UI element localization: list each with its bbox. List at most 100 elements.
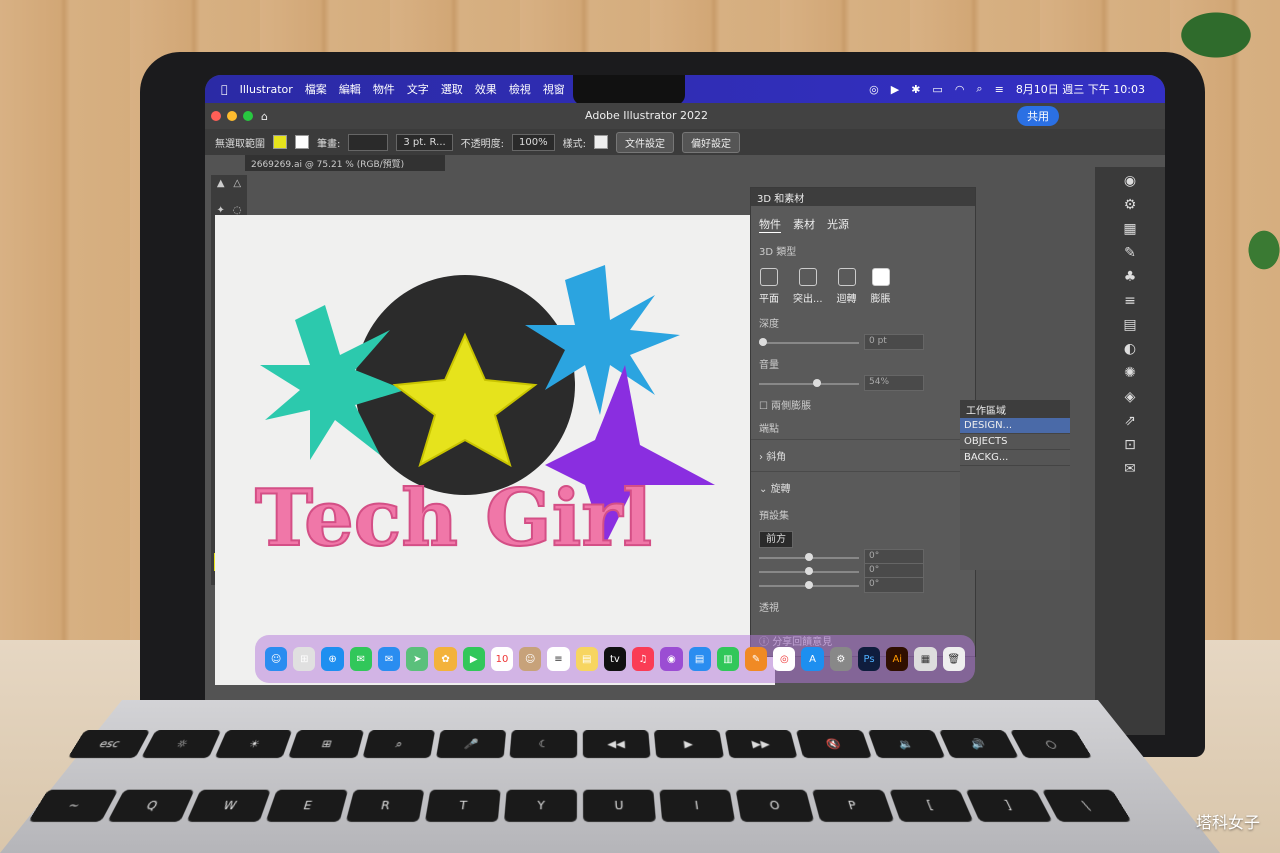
search-icon[interactable]: ⌕ [976,82,982,96]
tech-girl-text[interactable]: Tech Girl [254,472,653,565]
key[interactable]: Y [503,789,577,822]
reminders-icon[interactable]: ≡ [547,647,570,671]
tech-girl-artwork[interactable]: Tech Girl [215,215,775,685]
type-plane[interactable]: 平面 [759,268,779,305]
opacity-field[interactable]: 100% [512,133,555,151]
key[interactable]: 🔊 [938,730,1019,759]
menu-type[interactable]: 文字 [407,81,429,97]
key[interactable]: 🔇 [796,730,872,759]
slider-knob[interactable] [805,581,813,589]
close-window-icon[interactable] [211,111,221,121]
key[interactable]: ] [964,789,1053,822]
keynote-icon[interactable]: ▤ [688,647,711,671]
z-slider[interactable]: 0° [759,577,967,593]
pages-icon[interactable]: ✎ [744,647,768,671]
battery-icon[interactable]: ▭ [932,83,942,96]
properties-icon[interactable]: ⚙ [1122,197,1138,213]
facetime-icon[interactable]: ▶ [462,647,485,671]
slider-knob[interactable] [759,338,767,346]
document-setup-button[interactable]: 文件設定 [616,131,675,153]
layers-icon[interactable]: ◈ [1122,389,1138,405]
color-panel-icon[interactable]: ◉ [1122,173,1138,189]
share-button[interactable]: 共用 [1017,106,1059,126]
menu-app[interactable]: Illustrator [240,83,293,96]
key[interactable]: P [812,789,894,822]
photoshop-icon[interactable]: Ps [857,647,881,671]
layer-row[interactable]: DESIGN... [960,418,1070,434]
export-icon[interactable]: ⇗ [1122,413,1138,429]
z-value[interactable]: 0° [864,577,924,593]
menu-window[interactable]: 視窗 [543,81,565,97]
key[interactable]: T [424,789,501,822]
key[interactable]: ⊞ [288,730,364,759]
key[interactable]: ⌕ [362,730,435,759]
slider-knob[interactable] [813,379,821,387]
key[interactable]: ▶ [653,730,725,759]
stroke-profile-field[interactable]: 3 pt. R... [396,133,453,151]
mail-icon[interactable]: ✉ [377,647,401,671]
stroke-weight-field[interactable] [348,133,389,151]
symbols-icon[interactable]: ♣ [1122,269,1138,285]
key[interactable]: ▶▶ [725,730,798,759]
key[interactable]: [ [888,789,974,822]
fill-swatch[interactable] [273,135,287,149]
home-icon[interactable]: ⌂ [261,110,268,123]
menu-edit[interactable]: 編輯 [339,81,361,97]
libraries-icon[interactable]: ▦ [1122,221,1138,237]
key[interactable]: ☀ [214,730,293,759]
chrome-icon[interactable]: ◎ [773,647,796,671]
y-slider[interactable]: 0° [759,563,967,579]
layer-row[interactable]: BACKG... [960,450,1070,466]
play-icon[interactable]: ▶ [891,83,899,96]
key[interactable]: ☼ [141,730,222,759]
zoom-window-icon[interactable] [243,111,253,121]
minimize-window-icon[interactable] [227,111,237,121]
key[interactable]: E [266,789,348,822]
style-swatch[interactable] [594,135,609,149]
type-extrude[interactable]: 突出... [793,268,823,305]
apple-icon[interactable]:  [221,83,228,96]
gradient-panel-icon[interactable]: ▤ [1122,317,1138,333]
appearance-icon[interactable]: ✺ [1122,365,1138,381]
calendar-icon[interactable]: 10 [490,647,514,671]
stroke-swatch[interactable] [295,135,309,149]
bevel-section[interactable]: › 斜角 [751,439,975,471]
bluetooth-icon[interactable]: ✱ [911,83,920,96]
key[interactable]: Q [107,789,196,822]
app-store-icon[interactable]: A [801,647,824,671]
brushes-icon[interactable]: ✎ [1122,245,1138,261]
tab-materials[interactable]: 素材 [793,216,815,233]
contacts-icon[interactable]: ☺ [519,647,542,671]
tab-object[interactable]: 物件 [759,216,781,233]
key[interactable]: O [735,789,815,822]
key[interactable]: ☾ [509,730,578,759]
key[interactable]: W [186,789,272,822]
panel-title[interactable]: 3D 和素材 [757,190,804,205]
menu-select[interactable]: 選取 [441,81,463,97]
tv-icon[interactable]: tv [603,647,627,671]
key[interactable]: U [583,789,657,822]
tab-lighting[interactable]: 光源 [827,216,849,233]
comments-icon[interactable]: ✉ [1122,461,1138,477]
preset-value[interactable]: 前方 [759,531,793,548]
direct-selection-tool-icon[interactable]: △ [231,178,245,191]
wifi-icon[interactable]: ◠ [955,83,965,96]
maps-icon[interactable]: ➤ [406,647,429,671]
stroke-panel-icon[interactable]: ≡ [1122,293,1138,309]
artboard[interactable]: Tech Girl [215,215,775,685]
music-icon[interactable]: ♫ [632,647,655,671]
depth-slider[interactable]: 0 pt [759,334,967,350]
illustrator-icon[interactable]: Ai [886,647,909,671]
key[interactable]: R [345,789,425,822]
volume-value[interactable]: 54% [864,375,924,391]
depth-value[interactable]: 0 pt [864,334,924,350]
slider-knob[interactable] [805,567,813,575]
settings-icon[interactable]: ⚙ [829,647,852,671]
volume-slider[interactable]: 54% [759,375,967,391]
slider-knob[interactable] [805,553,813,561]
messages-icon[interactable]: ✉ [349,647,372,671]
podcasts-icon[interactable]: ◉ [660,647,683,671]
key[interactable]: I [659,789,736,822]
numbers-icon[interactable]: ▥ [716,647,739,671]
launchpad-icon[interactable]: ⊞ [293,647,316,671]
